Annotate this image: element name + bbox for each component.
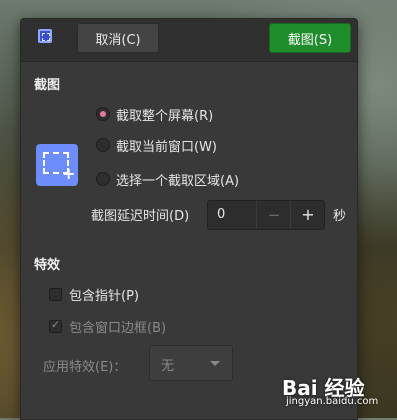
include-border-option[interactable]: 包含窗口边框(B) (49, 316, 166, 336)
increment-button[interactable]: + (290, 201, 325, 229)
radio-whole-screen[interactable]: 截取整个屏幕(R) (96, 104, 213, 124)
delay-spinbutton[interactable]: 0 − + (207, 200, 325, 230)
checkbox-label: 包含指针(P) (69, 288, 139, 304)
delay-label: 截图延迟时间(D) (91, 209, 190, 224)
apply-effect-label: 应用特效(E)： (43, 360, 127, 375)
dropdown-value: 无 (161, 359, 175, 374)
radio-select-area[interactable]: 选择一个截取区域(A) (96, 169, 239, 189)
capture-section-title: 截图 (34, 78, 61, 93)
checkbox-checked[interactable] (49, 318, 62, 333)
radio-label: 截取当前窗口(W) (116, 139, 217, 155)
include-pointer-option[interactable]: 包含指针(P) (49, 284, 139, 304)
area-selection-icon: + (36, 144, 78, 186)
delay-unit: 秒 (333, 209, 347, 224)
checkbox[interactable] (49, 287, 62, 301)
watermark-url: jingyan.baidu.com (286, 396, 379, 407)
chevron-down-icon (210, 361, 220, 366)
dialog-header: 取消(C) 截图(S) (21, 19, 357, 62)
cancel-button[interactable]: 取消(C) (77, 23, 159, 53)
radio-label: 截取整个屏幕(R) (116, 108, 214, 124)
checkbox-label: 包含窗口边框(B) (69, 320, 167, 336)
take-screenshot-button[interactable]: 截图(S) (269, 23, 351, 53)
screenshot-app-icon (38, 29, 52, 43)
radio-current-window[interactable]: 截取当前窗口(W) (96, 135, 217, 155)
radio-button[interactable] (96, 138, 110, 152)
radio-button-checked[interactable] (96, 107, 110, 121)
plus-icon: + (62, 164, 76, 183)
delay-value[interactable]: 0 (217, 207, 225, 222)
effects-section-title: 特效 (34, 258, 61, 273)
radio-button[interactable] (96, 172, 110, 186)
apply-effect-dropdown[interactable]: 无 (149, 345, 233, 381)
decrement-button[interactable]: − (256, 201, 291, 229)
radio-label: 选择一个截取区域(A) (116, 173, 240, 189)
screenshot-dialog: 取消(C) 截图(S) 截图 + 截取整个屏幕(R) 截取当前窗口(W) 选择一… (20, 18, 358, 420)
